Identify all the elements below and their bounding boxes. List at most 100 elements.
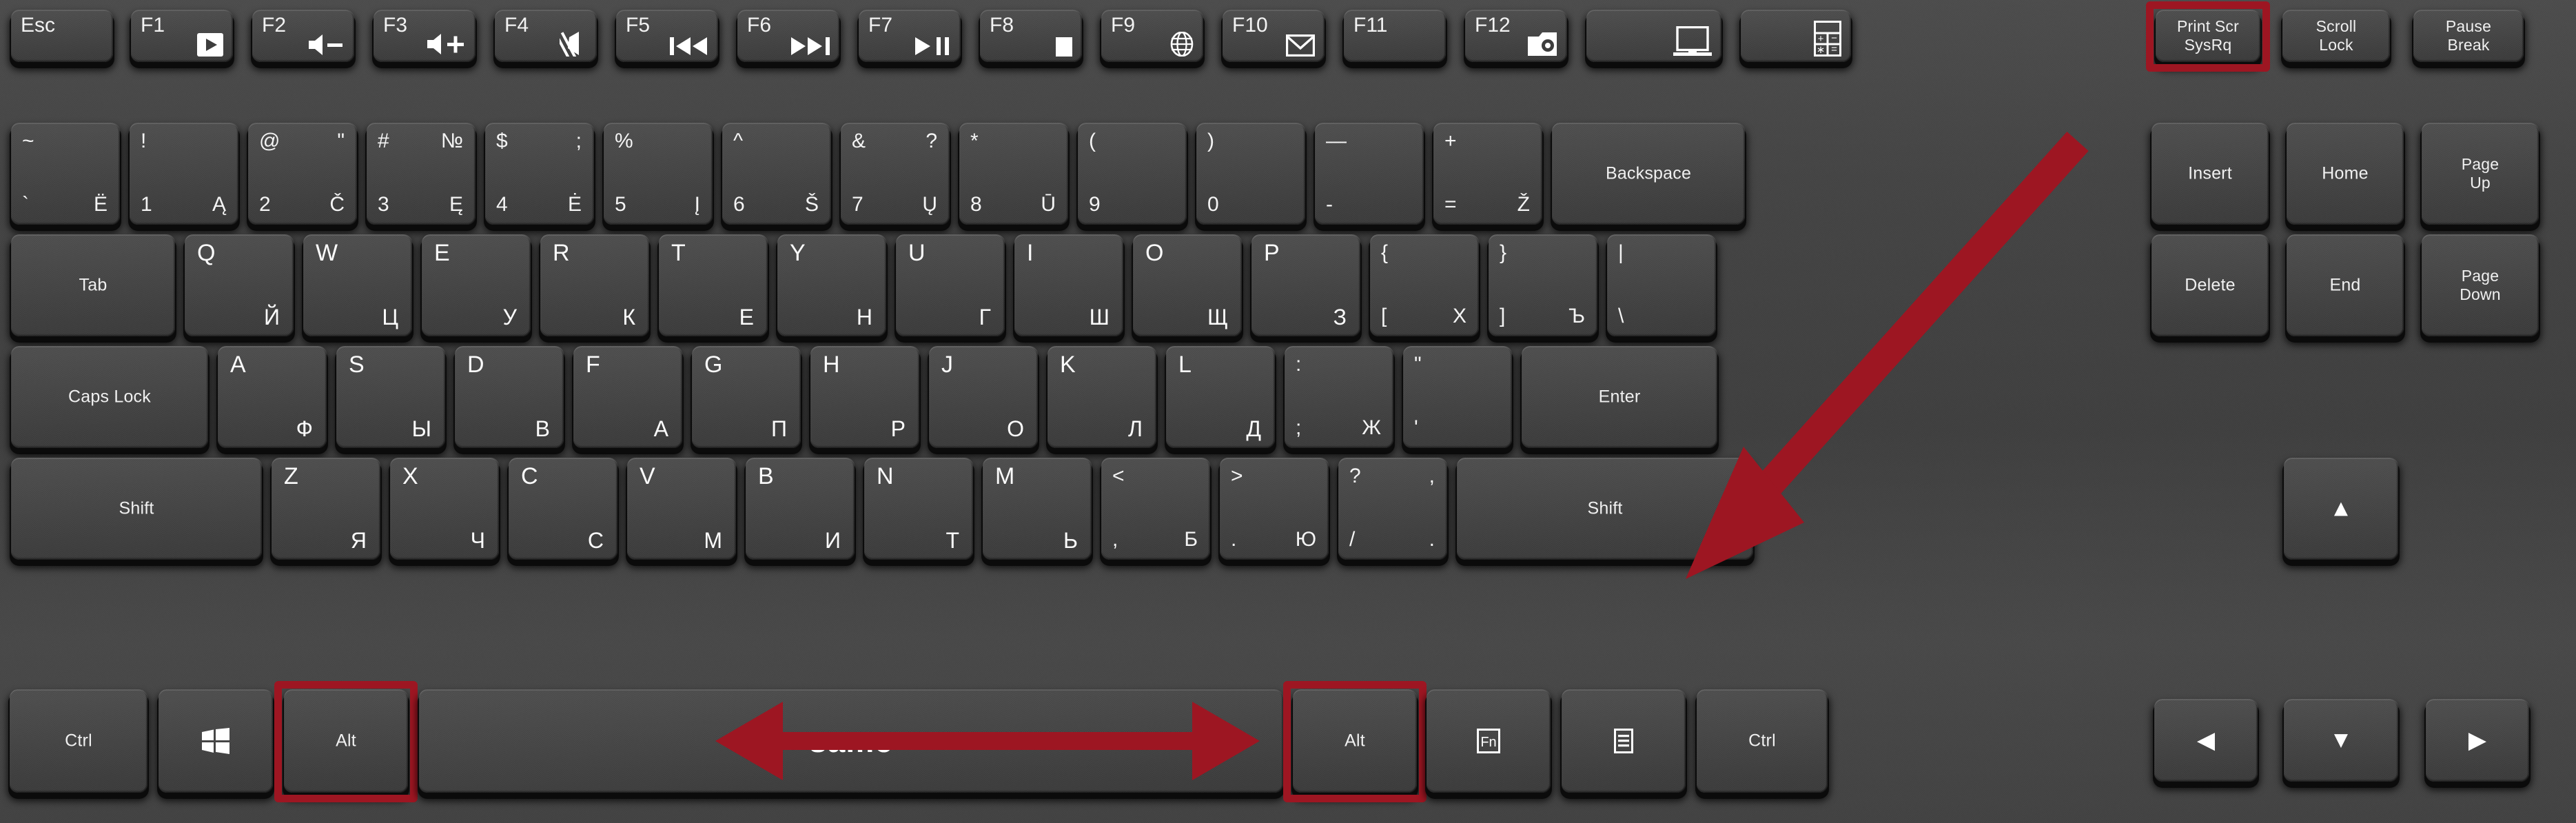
key-key-q[interactable]: QЙ (185, 234, 294, 336)
legend-latin: H (823, 352, 840, 378)
key-key-m[interactable]: MЬ (983, 458, 1092, 560)
key-f8[interactable]: F8 (980, 10, 1082, 62)
key-f6[interactable]: F6 (737, 10, 839, 62)
key-insert[interactable]: Insert (2151, 123, 2269, 225)
key-display[interactable] (1586, 10, 1721, 62)
key-digit5[interactable]: % 5 Į (604, 123, 713, 225)
key-period[interactable]: >. Ю (1220, 458, 1329, 560)
key-key-y[interactable]: YН (777, 234, 886, 336)
key-bracket-left[interactable]: {[Х (1370, 234, 1479, 336)
key-digit6[interactable]: ^ 6 Š (722, 123, 831, 225)
key-ctrl-right[interactable]: Ctrl (1697, 689, 1828, 793)
key-key-z[interactable]: ZЯ (272, 458, 380, 560)
key-fn[interactable]: Fn (1427, 689, 1551, 793)
key-key-s[interactable]: SЫ (336, 346, 445, 448)
key-f4[interactable]: F4 (495, 10, 597, 62)
key-digit4[interactable]: $; 4 Ė (485, 123, 594, 225)
key-f5[interactable]: F5 (616, 10, 718, 62)
key-key-o[interactable]: OЩ (1133, 234, 1242, 336)
arrow-glyph: ▼ (2329, 727, 2353, 753)
key-key-g[interactable]: GП (692, 346, 801, 448)
key-f10[interactable]: F10 (1223, 10, 1325, 62)
key-key-v[interactable]: VМ (627, 458, 736, 560)
key-arrow-down[interactable]: ▼ (2284, 699, 2398, 782)
key-alt-right[interactable]: Alt (1293, 689, 1417, 793)
key-print-screen[interactable]: Print Scr SysRq (2156, 10, 2260, 62)
key-f11[interactable]: F11 (1344, 10, 1446, 62)
key-f1[interactable]: F1 (131, 10, 233, 62)
key-f12[interactable]: F12 (1465, 10, 1567, 62)
key-minus[interactable]: — - (1315, 123, 1424, 225)
key-f9[interactable]: F9 (1101, 10, 1203, 62)
key-backslash[interactable]: | \ (1607, 234, 1716, 336)
key-digit2[interactable]: @ " 2 Č (248, 123, 357, 225)
key-key-p[interactable]: PЗ (1251, 234, 1360, 336)
key-key-f[interactable]: FА (573, 346, 682, 448)
key-calculator[interactable]: + − ∗ = (1741, 10, 1851, 62)
legend-latin: F (586, 352, 600, 378)
key-key-j[interactable]: JО (929, 346, 1038, 448)
key-quote[interactable]: " ' (1403, 346, 1512, 448)
key-slash[interactable]: ?, /. (1338, 458, 1447, 560)
legend-cyrillic: И (825, 528, 841, 553)
legend-cyrillic: П (771, 416, 787, 441)
key-digit0[interactable]: ) 0 (1196, 123, 1305, 225)
key-caps-lock[interactable]: Caps Lock (11, 346, 208, 448)
key-key-d[interactable]: DВ (455, 346, 564, 448)
key-key-k[interactable]: KЛ (1047, 346, 1156, 448)
legend-cyrillic: Й (264, 305, 280, 329)
key-enter[interactable]: Enter (1522, 346, 1717, 448)
legend-top-left: { (1381, 241, 1389, 264)
key-windows[interactable] (159, 689, 273, 793)
key-key-a[interactable]: AФ (218, 346, 327, 448)
key-key-t[interactable]: TЕ (659, 234, 768, 336)
key-end[interactable]: End (2287, 234, 2404, 336)
key-alt-left[interactable]: Alt (284, 689, 408, 793)
key-arrow-up[interactable]: ▲ (2284, 458, 2398, 560)
key-key-h[interactable]: HР (810, 346, 919, 448)
key-f3[interactable]: F3 (374, 10, 476, 62)
key-pause-break[interactable]: Pause Break (2413, 10, 2524, 62)
key-key-e[interactable]: EУ (422, 234, 531, 336)
key-key-i[interactable]: IШ (1014, 234, 1123, 336)
key-shift-right[interactable]: Shift (1457, 458, 1753, 560)
key-page-up[interactable]: Page Up (2422, 123, 2539, 225)
key-arrow-right[interactable]: ▶ (2426, 699, 2529, 782)
key-delete[interactable]: Delete (2151, 234, 2269, 336)
key-esc[interactable]: Esc (11, 10, 113, 62)
key-key-w[interactable]: WЦ (303, 234, 412, 336)
key-f7[interactable]: F7 (859, 10, 961, 62)
key-backquote[interactable]: ~ ` Ё (11, 123, 120, 225)
legend-latin: I (1027, 240, 1034, 266)
key-home[interactable]: Home (2287, 123, 2404, 225)
key-arrow-left[interactable]: ◀ (2154, 699, 2258, 782)
key-key-r[interactable]: RК (540, 234, 649, 336)
key-digit1[interactable]: ! 1 Ą (130, 123, 238, 225)
key-backspace[interactable]: Backspace (1552, 123, 1745, 225)
key-key-x[interactable]: XЧ (390, 458, 499, 560)
key-key-c[interactable]: CС (509, 458, 617, 560)
key-digit9[interactable]: (9 (1078, 123, 1187, 225)
key-equal[interactable]: + = Ž (1433, 123, 1542, 225)
legend-bottom-right: Х (1452, 305, 1466, 327)
key-bracket-right[interactable]: }] Ъ (1489, 234, 1597, 336)
key-space[interactable]: same (419, 689, 1283, 793)
key-semicolon[interactable]: :; Ж (1285, 346, 1393, 448)
key-f2[interactable]: F2 (252, 10, 354, 62)
key-comma[interactable]: <, Б (1101, 458, 1210, 560)
key-shift-left[interactable]: Shift (11, 458, 262, 560)
key-tab[interactable]: Tab (11, 234, 175, 336)
key-digit7[interactable]: &? 7 Ų (841, 123, 950, 225)
key-digit8[interactable]: * 8 Ū (959, 123, 1068, 225)
key-ctrl-left[interactable]: Ctrl (10, 689, 147, 793)
key-menu[interactable] (1562, 689, 1686, 793)
volume-down-icon (307, 33, 345, 57)
legend-cyrillic: У (502, 305, 517, 329)
key-page-down[interactable]: Page Down (2422, 234, 2539, 336)
key-digit3[interactable]: # № 3 Ę (367, 123, 476, 225)
key-key-b[interactable]: BИ (746, 458, 855, 560)
key-key-n[interactable]: NТ (864, 458, 973, 560)
key-key-u[interactable]: UГ (896, 234, 1005, 336)
key-key-l[interactable]: LД (1166, 346, 1275, 448)
key-scroll-lock[interactable]: Scroll Lock (2282, 10, 2390, 62)
